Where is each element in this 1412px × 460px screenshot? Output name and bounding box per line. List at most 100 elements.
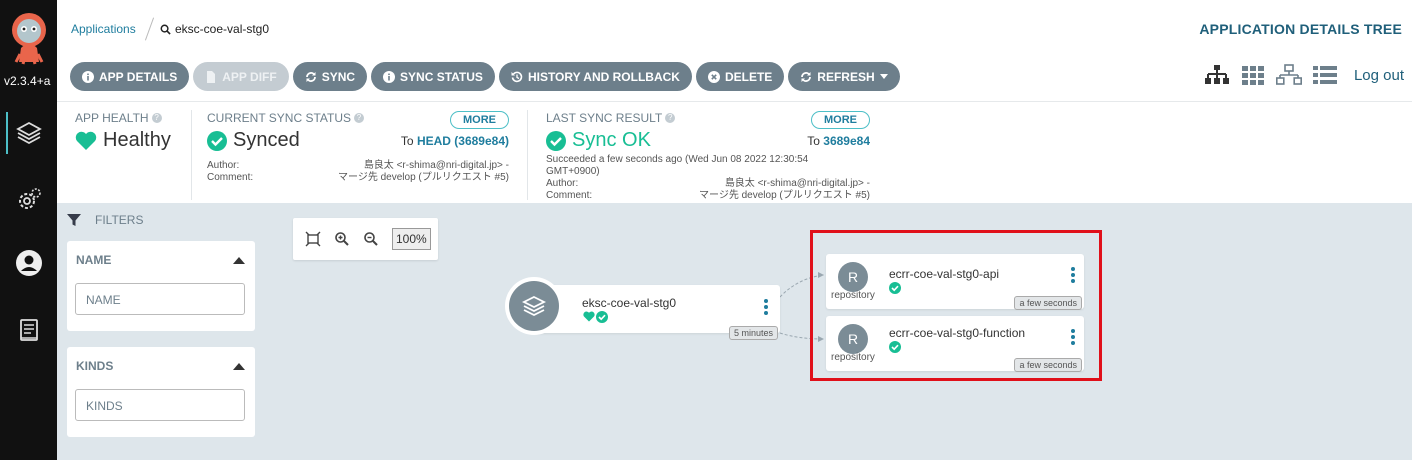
author-label: Author: [546,178,579,189]
author-value: 島良太 <r-shima@nri-digital.jp> - [724,178,870,189]
action-toolbar: APP DETAILS APP DIFF SYNC SYNC STATUS HI… [70,62,900,92]
kinds-filter-input[interactable]: KINDS [75,389,245,421]
filters-title: FILTERS [95,213,144,227]
app-health-label: APP HEALTH [75,111,149,125]
info-icon [82,70,94,83]
sync-label: SYNC [321,69,356,84]
help-icon[interactable]: ? [151,113,162,123]
network-view-icon[interactable] [1275,64,1302,86]
sync-revision-link[interactable]: HEAD (3689e84) [417,134,509,148]
sidebar: v2.3.4+a [0,0,57,460]
user-avatar-icon [15,250,42,276]
history-rollback-label: HISTORY AND ROLLBACK [527,69,680,84]
comment-label: Comment: [546,190,593,201]
collapse-arrow-icon[interactable] [233,363,245,370]
author-label: Author: [207,160,240,171]
collapse-arrow-icon[interactable] [233,257,245,264]
last-author-row: Author: 島良太 <r-shima@nri-digital.jp> - [546,178,870,190]
sync-author-row: Author: 島良太 <r-shima@nri-digital.jp> - [207,160,509,172]
logout-link[interactable]: Log out [1354,67,1404,84]
history-icon [511,71,523,82]
last-sync-text: Sync OK [572,129,651,151]
app-node[interactable]: eksc-coe-val-stg0 5 minutes [534,285,780,340]
last-sync-time-line-2: GMT+0900) [546,166,600,177]
last-sync-meta: Author: 島良太 <r-shima@nri-digital.jp> - C… [546,178,870,202]
last-sync-label: LAST SYNC RESULT [546,111,663,125]
check-circle-icon [596,311,608,323]
sync-button[interactable]: SYNC [292,62,368,91]
name-filter-input[interactable]: NAME [75,283,245,315]
highlight-box [810,230,1102,381]
last-comment-row: Comment: マージ先 develop (プルリクエスト #5) [546,190,870,202]
last-revision-link[interactable]: 3689e84 [823,134,870,148]
refresh-label: REFRESH [817,69,875,84]
divider [191,110,192,200]
tree-view-icon[interactable] [1204,64,1230,86]
app-details-button[interactable]: APP DETAILS [70,62,190,91]
refresh-button[interactable]: REFRESH [788,62,900,91]
breadcrumb-applications-link[interactable]: Applications [71,22,136,36]
breadcrumb-current[interactable]: eksc-coe-val-stg0 [160,22,269,36]
last-to-prefix: To [807,134,820,148]
last-sync-time-line-1: Succeeded a few seconds ago (Wed Jun 08 … [546,154,809,165]
last-sync-section: LAST SYNC RESULT ? MORE To 3689e84 Sync … [546,111,870,202]
argo-logo-icon[interactable] [8,10,50,66]
view-switcher: Log out [1204,64,1404,86]
name-filter-title: NAME [76,253,112,267]
app-node-badge [505,277,563,335]
sync-comment-row: Comment: マージ先 develop (プルリクエスト #5) [207,172,509,184]
sync-target-revision: To HEAD (3689e84) [401,134,509,148]
file-icon [207,70,216,83]
info-icon [383,70,396,83]
history-rollback-button[interactable]: HISTORY AND ROLLBACK [498,62,692,91]
filter-icon [67,214,81,226]
current-sync-section: CURRENT SYNC STATUS ? MORE To HEAD (3689… [207,111,509,184]
list-view-icon[interactable] [1312,64,1338,86]
search-icon [160,24,171,35]
version-label: v2.3.4+a [4,74,51,88]
app-details-label: APP DETAILS [99,69,178,84]
delete-label: DELETE [724,69,773,84]
top-bar: Applications eksc-coe-val-stg0 APPLICATI… [57,0,1412,56]
app-node-status [583,311,608,323]
sync-status-label: SYNC STATUS [400,69,483,84]
help-icon[interactable]: ? [665,113,676,123]
comment-value: マージ先 develop (プルリクエスト #5) [338,172,509,183]
sync-status-button[interactable]: SYNC STATUS [371,62,495,91]
check-circle-icon [207,130,227,151]
page-title: APPLICATION DETAILS TREE [1199,21,1402,37]
last-sync-more-button[interactable]: MORE [811,111,870,129]
close-circle-icon [707,70,720,83]
divider [527,110,528,200]
sync-more-button[interactable]: MORE [450,111,509,129]
sidebar-item-user-info[interactable] [0,238,57,288]
heart-icon [75,131,97,150]
kinds-filter-title: KINDS [76,359,114,373]
filters-header: FILTERS [67,213,143,227]
current-sync-label: CURRENT SYNC STATUS [207,111,352,125]
kinds-filter: KINDS KINDS [67,347,255,437]
current-sync-text: Synced [233,129,300,151]
app-health-heading: APP HEALTH ? [75,111,171,125]
comment-value: マージ先 develop (プルリクエスト #5) [699,190,870,201]
help-icon[interactable]: ? [354,113,365,123]
caret-down-icon [879,74,888,79]
app-node-age: 5 minutes [728,326,778,340]
sidebar-item-settings[interactable] [0,175,57,225]
last-sync-target-revision: To 3689e84 [807,134,870,148]
breadcrumb-separator [144,17,155,41]
sidebar-item-documentation[interactable] [0,305,57,355]
app-node-menu-icon[interactable] [764,299,768,317]
delete-button[interactable]: DELETE [695,62,785,91]
app-health-section: APP HEALTH ? Healthy [75,111,171,152]
pods-view-icon[interactable] [1240,64,1266,86]
status-panel: APP HEALTH ? Healthy CURRENT SYNC STATUS… [57,101,1412,203]
breadcrumb-app-name: eksc-coe-val-stg0 [175,22,270,36]
app-diff-button[interactable]: APP DIFF [193,62,289,91]
book-icon [19,319,38,341]
app-health-value: Healthy [75,129,171,152]
heart-icon [583,311,595,322]
sidebar-item-applications[interactable] [0,108,57,158]
layers-icon [521,295,547,317]
name-filter: NAME NAME [67,241,255,331]
